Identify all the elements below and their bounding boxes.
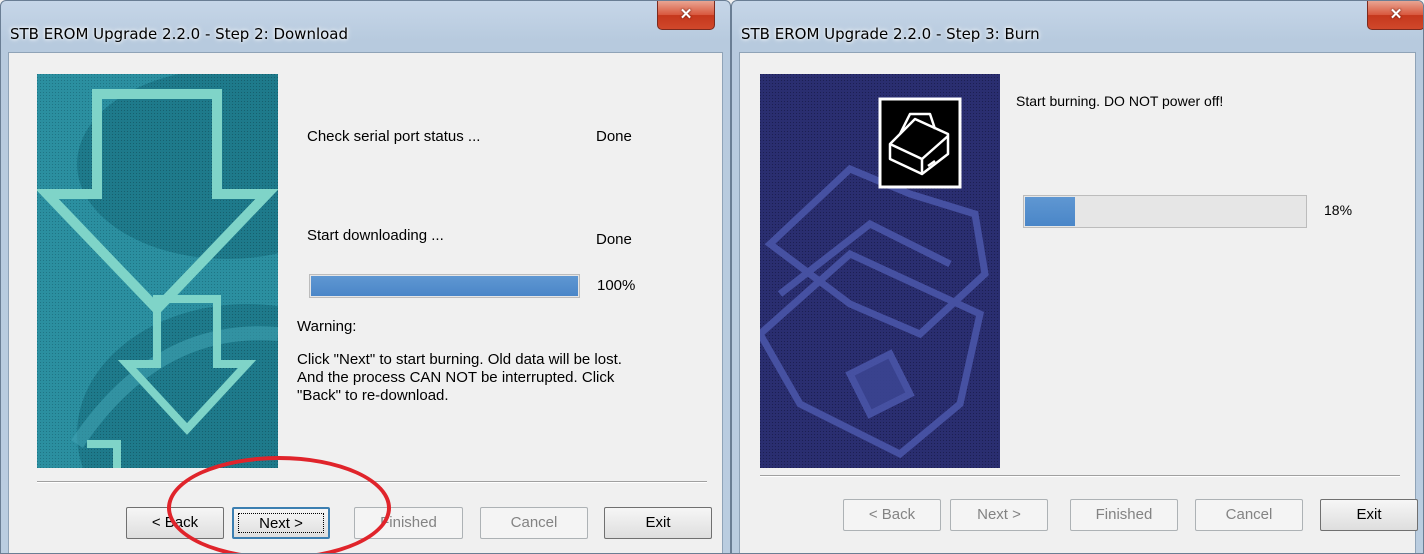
close-icon: ✕ [1389,6,1403,23]
window-client-area: Check serial port status ... Done Start … [8,52,723,553]
burn-banner-image [760,74,1000,468]
download-label: Start downloading ... [307,227,444,244]
burn-window: STB EROM Upgrade 2.2.0 - Step 3: Burn ✕ [731,0,1424,554]
exit-button[interactable]: Exit [1320,499,1418,531]
burn-progress-fill [1025,197,1075,226]
burn-progress-bar [1023,195,1307,228]
button-separator [760,475,1400,477]
warning-line-1: Click "Next" to start burning. Old data … [297,351,622,368]
check-serial-label: Check serial port status ... [307,128,481,145]
download-status: Done [596,231,632,248]
download-progress-bar [309,274,580,298]
window-title: STB EROM Upgrade 2.2.0 - Step 3: Burn [741,25,1040,43]
finished-button[interactable]: Finished [354,507,463,539]
window-title: STB EROM Upgrade 2.2.0 - Step 2: Downloa… [10,25,349,43]
download-progress-fill [311,276,578,296]
check-serial-status: Done [596,128,632,145]
next-button[interactable]: Next > [232,507,330,539]
burn-status-text: Start burning. DO NOT power off! [1016,93,1224,109]
download-window: STB EROM Upgrade 2.2.0 - Step 2: Downloa… [0,0,731,554]
burn-progress-percent: 18% [1324,202,1353,218]
button-separator [37,481,707,483]
finished-button[interactable]: Finished [1070,499,1178,531]
close-button[interactable]: ✕ [1367,1,1423,30]
window-client-area: Start burning. DO NOT power off! 18% < B… [739,52,1418,553]
download-progress-percent: 100% [597,277,636,294]
download-banner-image [37,74,278,468]
back-button[interactable]: < Back [126,507,224,539]
cancel-button[interactable]: Cancel [1195,499,1303,531]
warning-line-2: And the process CAN NOT be interrupted. … [297,369,615,386]
warning-line-3: "Back" to re-download. [297,387,449,404]
close-icon: ✕ [679,6,693,23]
close-button[interactable]: ✕ [657,1,715,30]
exit-button[interactable]: Exit [604,507,712,539]
cancel-button[interactable]: Cancel [480,507,588,539]
warning-title: Warning: [297,318,357,335]
next-button[interactable]: Next > [950,499,1048,531]
back-button[interactable]: < Back [843,499,941,531]
